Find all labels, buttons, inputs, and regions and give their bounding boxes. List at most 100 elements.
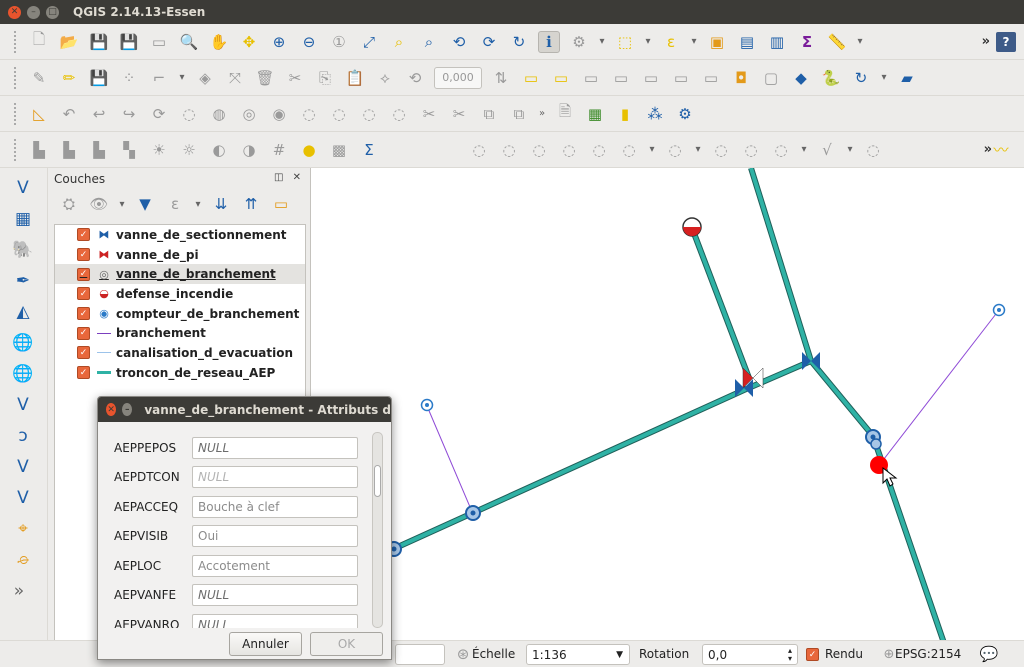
stretch-icon[interactable]: ▚ <box>118 139 140 161</box>
label-edit-icon[interactable]: ◌ <box>862 139 884 161</box>
label-move-icon[interactable]: ▭ <box>610 67 632 89</box>
extent-toggle-icon[interactable]: ⊛ <box>452 643 474 665</box>
field-input[interactable]: NULL <box>192 437 358 459</box>
checkbox-icon[interactable]: ✓ <box>77 267 90 281</box>
render-checkbox[interactable]: ✓ <box>806 648 819 661</box>
layer-item[interactable]: ✓ ◉ compteur_de_branchement <box>55 304 305 324</box>
refresh-icon[interactable]: ↻ <box>508 31 530 53</box>
dialog-minimize-button[interactable]: – <box>122 403 133 416</box>
coordinate-field[interactable] <box>395 644 445 665</box>
field-input[interactable]: NULL <box>192 466 358 488</box>
checkbox-icon[interactable]: ✓ <box>77 228 90 242</box>
add-wcs-layer-icon[interactable]: 🌐 <box>12 363 34 385</box>
feature-grid-icon[interactable]: ◌ <box>770 139 792 161</box>
add-virtual-layer-icon[interactable]: V <box>12 456 34 478</box>
measure-line-icon[interactable]: 📏 <box>826 31 848 53</box>
add-part2-icon[interactable]: ◌ <box>710 139 732 161</box>
raster-sum-icon[interactable]: Σ <box>358 139 380 161</box>
split-parts-icon[interactable]: ✂ <box>448 103 470 125</box>
label-pin-icon[interactable]: ▭ <box>550 67 572 89</box>
toolbar-grip[interactable] <box>14 30 18 53</box>
label-change-icon[interactable]: ▭ <box>670 67 692 89</box>
simplify-icon[interactable]: ⟡ <box>374 67 396 89</box>
fill-ring2-icon[interactable]: ◌ <box>558 139 580 161</box>
select-by-expression-icon[interactable]: ε <box>660 31 682 53</box>
trace-icon[interactable]: ◌ <box>468 139 490 161</box>
label-tool-icon[interactable]: ▭ <box>520 67 542 89</box>
current-edits-icon[interactable]: ✎ <box>28 67 50 89</box>
save-project-icon[interactable]: 💾 <box>88 31 110 53</box>
zoom-out-icon[interactable]: ⊖ <box>298 31 320 53</box>
action-icon[interactable]: ⚙ <box>568 31 590 53</box>
undo-history-icon[interactable]: ↩ <box>88 103 110 125</box>
raster-calc-icon[interactable]: ▩ <box>328 139 350 161</box>
checkbox-icon[interactable]: ✓ <box>77 346 90 360</box>
move-feature-icon[interactable]: ⤧ <box>224 67 246 89</box>
georeferencer-icon[interactable]: ▰ <box>896 67 918 89</box>
local-histogram-icon[interactable]: ▙ <box>88 139 110 161</box>
add-wfs-layer-icon[interactable]: V <box>12 394 34 416</box>
chevron-down-icon[interactable]: ▾ <box>115 193 129 215</box>
chevron-down-icon[interactable]: ▾ <box>691 139 705 161</box>
add-feature-icon[interactable]: ⌐ <box>148 67 170 89</box>
help-icon[interactable]: ? <box>996 31 1016 52</box>
label-rotate-icon[interactable]: ▭ <box>640 67 662 89</box>
zoom-in-icon[interactable]: ⊕ <box>268 31 290 53</box>
add-ring2-icon[interactable]: ◌ <box>664 139 686 161</box>
select-features-icon[interactable]: ⬚ <box>614 31 636 53</box>
split-icon[interactable]: ◌ <box>618 139 640 161</box>
zoom-last-icon[interactable]: ⟲ <box>448 31 470 53</box>
pan-to-selection-icon[interactable]: ✥ <box>238 31 260 53</box>
add-ring-icon[interactable]: ◍ <box>208 103 230 125</box>
offset-icon[interactable]: ◌ <box>498 139 520 161</box>
save-as-icon[interactable]: 💾 <box>118 31 140 53</box>
add-postgis-layer-icon[interactable]: 🐘 <box>12 239 34 261</box>
zoom-native-icon[interactable]: ① <box>328 31 350 53</box>
minimize-window-button[interactable]: – <box>27 5 40 19</box>
field-input[interactable]: Accotement <box>192 555 358 577</box>
composer-manager-icon[interactable]: 🔍 <box>178 31 200 53</box>
scale-combobox[interactable]: 1:136 ▼ <box>526 644 630 665</box>
add-wms-layer-icon[interactable]: 🌐 <box>12 332 34 354</box>
expand-all-icon[interactable]: ⇊ <box>210 193 232 215</box>
remove-layer-icon[interactable]: ▭ <box>270 193 292 215</box>
chevron-down-icon[interactable]: ▾ <box>687 31 701 53</box>
rotation-spinbox[interactable]: 0,0 ▴ ▾ <box>702 644 798 665</box>
advanced-digitizing-icon[interactable]: ◺ <box>28 103 50 125</box>
chevron-down-icon[interactable]: ▾ <box>595 31 609 53</box>
node-tool-icon[interactable]: ◈ <box>194 67 216 89</box>
expand-toolbar-icon[interactable]: » <box>12 580 26 602</box>
coordinate-capture-icon[interactable]: ⌖ <box>12 518 34 540</box>
add-delimited-text-icon[interactable]: ↄ <box>12 425 34 447</box>
collapse-all-icon[interactable]: ⇈ <box>240 193 262 215</box>
field-calculator-icon[interactable]: Σ <box>796 31 818 53</box>
layer-item[interactable]: ✓ ⧓ vanne_de_sectionnement <box>55 225 305 245</box>
open-project-icon[interactable]: 📂 <box>58 31 80 53</box>
field-input[interactable]: Bouche à clef <box>192 496 358 518</box>
panel-controls[interactable]: ◫ ✕ <box>274 172 304 183</box>
scrollbar-thumb[interactable] <box>374 465 381 497</box>
more-tools-icon[interactable]: » <box>535 103 549 125</box>
add-part-icon[interactable]: ◎ <box>238 103 260 125</box>
split-features-icon[interactable]: ✂ <box>418 103 440 125</box>
csw-icon[interactable]: ▢ <box>760 67 782 89</box>
add-vector-layer-icon[interactable]: V <box>12 177 34 199</box>
offset-curve-icon[interactable]: ◌ <box>388 103 410 125</box>
increase-icon[interactable]: ◑ <box>238 139 260 161</box>
simplify-feature-icon[interactable]: ◌ <box>178 103 200 125</box>
layer-item[interactable]: ✓ branchement <box>55 323 305 343</box>
decrease-icon[interactable]: ◐ <box>208 139 230 161</box>
zoom-next-icon[interactable]: ⟳ <box>478 31 500 53</box>
toolbar-grip[interactable] <box>14 66 18 89</box>
layer-item[interactable]: ✓ ⧓ vanne_de_pi <box>55 245 305 265</box>
messages-icon[interactable]: 💬 <box>978 643 1000 665</box>
csv-export-icon[interactable]: 🗎 <box>554 102 576 125</box>
save-edits-icon[interactable]: 💾 <box>88 67 110 89</box>
offset-curve-icon[interactable]: ⇅ <box>490 67 512 89</box>
deselect-all-icon[interactable]: ▣ <box>706 31 728 53</box>
dialog-close-button[interactable]: ✕ <box>106 403 117 416</box>
add-point-icon[interactable]: ⁘ <box>118 67 140 89</box>
filter-icon[interactable]: ▼ <box>134 193 156 215</box>
layer-item[interactable]: ✓ ◒ defense_incendie <box>55 284 305 304</box>
attribute-table-icon[interactable]: ▤ <box>736 31 758 53</box>
